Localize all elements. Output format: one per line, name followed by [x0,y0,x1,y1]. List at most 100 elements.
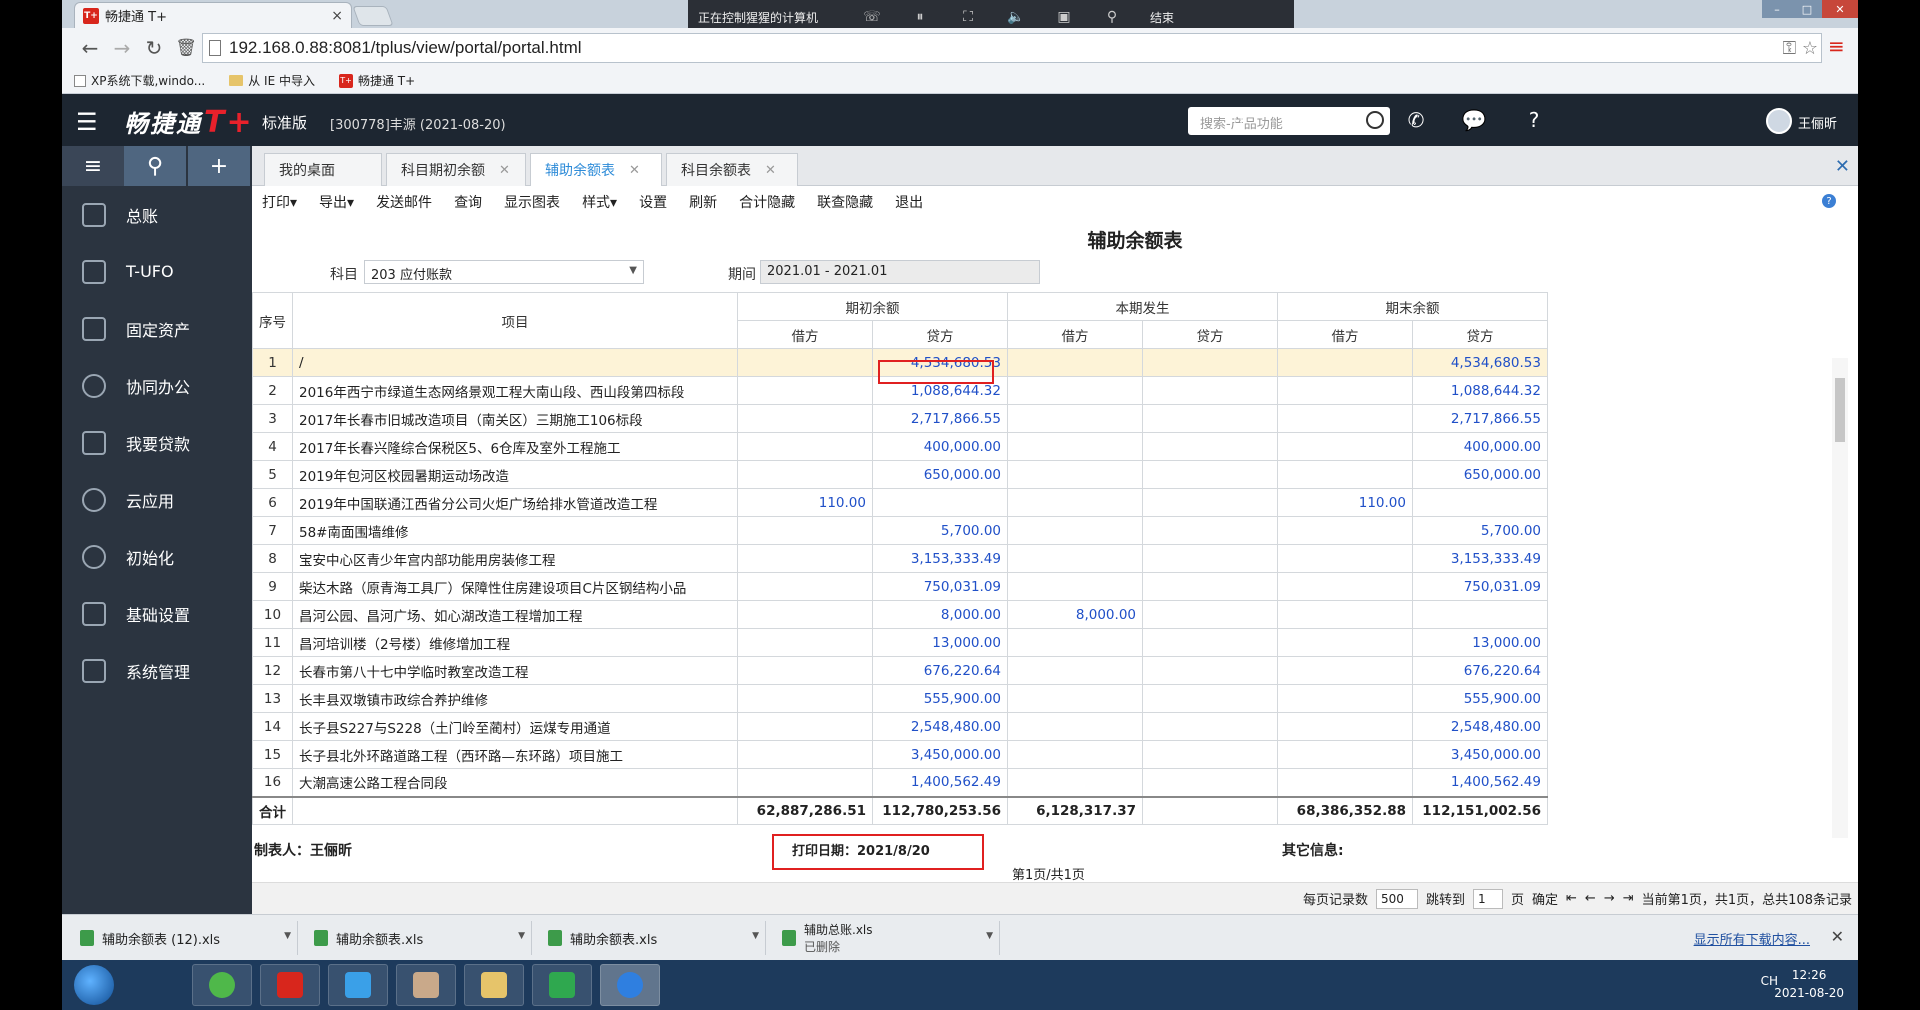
table-row[interactable]: 6 2019年中国联通江西省分公司火炬广场给排水管道改造工程 110.00 110.0… [252,488,1548,517]
chevron-down-icon[interactable]: ▼ [518,931,525,941]
subject-select[interactable]: 203 应付账款 ▼ [364,260,644,284]
avatar[interactable] [1766,108,1792,134]
bookmark-item[interactable]: T+ 畅捷通 T+ [338,72,415,89]
taskbar-app[interactable] [260,964,320,1006]
download-item[interactable]: 辅助总账.xls 已删除 ▼ [770,921,1000,955]
scrollbar-thumb[interactable] [1835,378,1845,442]
table-row[interactable]: 16 大潮高速公路工程合同段 1,400,562.49 1,400,562.49 [252,768,1548,797]
table-row[interactable]: 8 宝安中心区青少年宫内部功能用房装修工程 3,153,333.49 3,153,33… [252,544,1548,573]
table-row[interactable]: 12 长春市第八十七中学临时教室改造工程 676,220.64 676,220.64 [252,656,1548,685]
taskbar-app[interactable] [328,964,388,1006]
period-field[interactable]: 2021.01 - 2021.01 [760,260,1040,284]
back-icon[interactable]: ← [74,36,106,60]
chevron-down-icon[interactable]: ▼ [284,931,291,941]
sidebar-item-cloud[interactable]: 云应用 [62,471,252,528]
trash-icon[interactable]: 🗑 [170,38,202,58]
table-row[interactable]: 11 昌河培训楼（2号楼）维修增加工程 13,000.00 13,000.00 [252,628,1548,657]
hide-total-button[interactable]: 合计隐藏 [739,192,795,212]
bookmark-folder[interactable]: 从 IE 中导入 [229,72,315,89]
taskbar-app[interactable] [464,964,524,1006]
reload-icon[interactable]: ↻ [138,36,170,60]
taskbar-app[interactable] [532,964,592,1006]
chevron-down-icon[interactable]: ▼ [629,265,637,276]
sidebar-item-office[interactable]: 协同办公 [62,357,252,414]
sidebar-item-tufo[interactable]: T-UFO [62,243,252,300]
end-session-button[interactable]: 结束 [1150,9,1174,26]
maximize-button[interactable]: □ [1792,0,1822,18]
table-row[interactable]: 14 长子县S227与S228（土门岭至蔺村）运煤专用通道 2,548,480.00… [252,712,1548,741]
fullscreen-icon[interactable]: ⛶ [944,9,992,25]
menu-list-icon[interactable]: ≡ [62,146,124,186]
table-row[interactable]: 3 2017年长春市旧城改造项目（南关区）三期施工106标段 2,717,866.5… [252,404,1548,433]
mobile-icon[interactable]: ▯ [1224,108,1252,132]
close-icon[interactable]: ✕ [765,163,776,178]
taskbar-app[interactable] [192,964,252,1006]
close-icon[interactable]: ✕ [1831,927,1844,946]
display-icon[interactable]: ▣ [1040,9,1088,25]
refresh-button[interactable]: 刷新 [689,192,717,212]
close-icon[interactable]: ✕ [499,163,510,178]
sidebar-item-fixed-assets[interactable]: 固定资产 [62,300,252,357]
taskbar-app[interactable] [600,964,660,1006]
export-button[interactable]: 导出▾ [319,192,354,212]
download-item[interactable]: 辅助余额表.xls ▼ [302,921,532,955]
sidebar-item-init[interactable]: 初始化 [62,528,252,585]
tab-desktop[interactable]: 我的桌面 [264,153,382,186]
help-icon[interactable]: ? [1822,194,1836,208]
url-field[interactable]: 192.168.0.88:8081/tplus/view/portal/port… [202,33,1822,63]
close-tab-icon[interactable]: × [331,8,343,24]
service-icon[interactable]: ✆ [1402,108,1430,132]
print-button[interactable]: 打印▾ [262,192,297,212]
table-row[interactable]: 5 2019年包河区校园暑期运动场改造 650,000.00 650,000.00 [252,460,1548,489]
search-icon[interactable]: ⚲ [124,146,186,186]
vertical-scrollbar[interactable] [1832,358,1848,838]
pause-icon[interactable]: ⏸ [896,9,944,25]
forward-icon[interactable]: → [106,36,138,60]
per-page-input[interactable]: 500 [1375,888,1418,909]
show-all-downloads-link[interactable]: 显示所有下载内容... [1694,929,1810,948]
send-email-button[interactable]: 发送邮件 [376,192,432,212]
chevron-down-icon[interactable]: ▼ [752,931,759,941]
style-button[interactable]: 样式▾ [582,192,617,212]
sidebar-item-loan[interactable]: 我要贷款 [62,414,252,471]
goto-page-input[interactable]: 1 [1472,888,1503,909]
pin-icon[interactable]: ⚲ [1088,9,1136,25]
start-button[interactable] [74,965,114,1005]
last-page-icon[interactable]: ⇥ [1623,891,1634,906]
prev-page-icon[interactable]: ← [1585,891,1596,906]
help-icon[interactable]: ? [1520,108,1548,132]
clock[interactable]: 12:26 2021-08-20 [1774,966,1844,1002]
taskbar-app[interactable] [396,964,456,1006]
close-icon[interactable]: ✕ [629,163,640,178]
download-item[interactable]: 辅助余额表 (12).xls ▼ [68,921,298,955]
download-item[interactable]: 辅助余额表.xls ▼ [536,921,766,955]
exit-button[interactable]: 退出 [895,192,923,212]
sidebar-item-system[interactable]: 系统管理 [62,642,252,699]
confirm-button[interactable]: 确定 [1532,889,1558,908]
window-close-button[interactable]: ✕ [1822,0,1858,18]
browser-menu-icon[interactable]: ≡ [1828,34,1850,58]
table-row[interactable]: 4 2017年长春兴隆综合保税区5、6仓库及室外工程施工 400,000.00 400… [252,432,1548,461]
username[interactable]: 王俪昕 [1798,113,1837,132]
tab-subject-balance[interactable]: 科目余额表 ✕ [666,153,798,186]
list-icon[interactable]: ☷ [1282,108,1310,132]
sidebar-item-ledger[interactable]: 总账 [62,186,252,243]
first-page-icon[interactable]: ⇤ [1566,891,1577,906]
main-menu-icon[interactable]: ☰ [76,108,98,136]
volume-icon[interactable]: 🔈 [992,9,1040,25]
message-icon[interactable]: ✉ [1342,108,1370,132]
new-tab-button[interactable] [352,6,394,26]
hide-linked-button[interactable]: 联查隐藏 [817,192,873,212]
table-row[interactable]: 9 柴达木路（原青海工具厂）保障性住房建设项目C片区钢结构小品 750,031.09… [252,572,1548,601]
show-chart-button[interactable]: 显示图表 [504,192,560,212]
tab-opening-balance[interactable]: 科目期初余额 ✕ [386,153,526,186]
tab-aux-balance[interactable]: 辅助余额表 ✕ [530,153,662,186]
add-icon[interactable]: + [188,146,250,186]
table-row[interactable]: 13 长丰县双墩镇市政综合养护维修 555,900.00 555,900.00 [252,684,1548,713]
table-row[interactable]: 7 58#南面围墙维修 5,700.00 5,700.00 [252,516,1548,545]
table-row[interactable]: 15 长子县北外环路道路工程（西环路—东环路）项目施工 3,450,000.00 3,… [252,740,1548,769]
next-page-icon[interactable]: → [1604,891,1615,906]
bookmark-item[interactable]: XP系统下载,windo... [74,72,205,89]
table-row[interactable]: 10 昌河公园、昌河广场、如心湖改造工程增加工程 8,000.00 8,000.00 [252,600,1548,629]
bookmark-star-icon[interactable]: ⚿ ☆ [1782,38,1818,59]
